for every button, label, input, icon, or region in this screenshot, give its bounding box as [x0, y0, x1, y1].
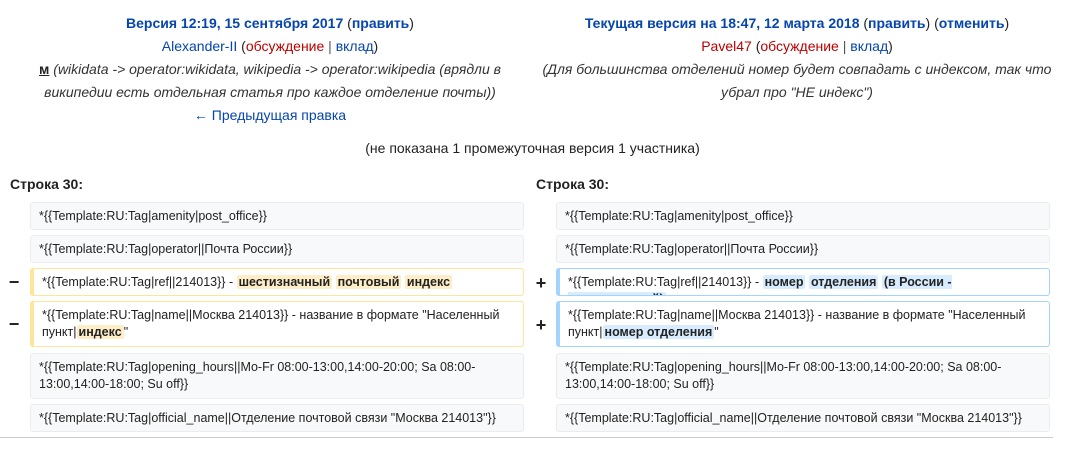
left-contribs-link[interactable]: вклад: [336, 38, 374, 54]
right-line-number: Строка 30:: [536, 176, 609, 192]
deleted-word: индекс: [76, 325, 124, 339]
minus-marker: −: [8, 314, 20, 334]
context-line-official-right: *{{Template:RU:Tag|official_name||Отделе…: [556, 404, 1050, 432]
context-line-operator-left: *{{Template:RU:Tag|operator||Почта Росси…: [30, 235, 524, 263]
paren: (: [343, 15, 352, 31]
previous-edit-link[interactable]: ← Предыдущая правка: [194, 107, 346, 123]
left-line-number: Строка 30:: [10, 176, 83, 192]
separator: |: [838, 38, 851, 54]
context-line-official-left: *{{Template:RU:Tag|official_name||Отделе…: [30, 404, 524, 432]
right-revision-header: Текущая версия на 18:47, 12 марта 2018 (…: [537, 12, 1057, 104]
paren: ): [888, 38, 893, 54]
added-word: номер отделения: [602, 325, 715, 339]
right-talk-link[interactable]: обсуждение: [760, 38, 838, 54]
deleted-line-name: *{{Template:RU:Tag|name||Москва 214013}}…: [30, 301, 524, 347]
left-revision-title-link[interactable]: Версия 12:19, 15 сентября 2017: [126, 15, 343, 31]
left-summary: м (wikidata -> operator:wikidata, wikipe…: [20, 58, 520, 104]
added-word: номер: [762, 275, 806, 289]
context-line-opening-left: *{{Template:RU:Tag|opening_hours||Mo-Fr …: [30, 353, 524, 399]
left-talk-link[interactable]: обсуждение: [246, 38, 324, 54]
paren: ): [409, 15, 414, 31]
right-revision-title-link[interactable]: Текущая версия на 18:47, 12 марта 2018: [585, 15, 860, 31]
minor-edit-mark: м: [39, 61, 50, 77]
deleted-line-ref: *{{Template:RU:Tag|ref||214013}} - шести…: [30, 268, 524, 296]
intermediate-revisions-notice: (не показана 1 промежуточная версия 1 уч…: [365, 140, 700, 156]
left-title-line: Версия 12:19, 15 сентября 2017 (править): [20, 12, 520, 35]
deleted-word: почтовый: [335, 275, 402, 289]
right-user-link[interactable]: Pavel47: [701, 38, 752, 54]
added-line-ref: *{{Template:RU:Tag|ref||214013}} - номер…: [556, 268, 1050, 296]
undo-link[interactable]: отменить: [939, 15, 1005, 31]
right-title-line: Текущая версия на 18:47, 12 марта 2018 (…: [537, 12, 1057, 35]
right-contribs-link[interactable]: вклад: [850, 38, 888, 54]
deleted-word: индекс: [404, 275, 453, 289]
paren: ): [1004, 15, 1010, 31]
deleted-name-tail: ": [123, 325, 129, 339]
left-revision-header: Версия 12:19, 15 сентября 2017 (править)…: [20, 12, 520, 127]
diff-bottom-rule: [0, 437, 1053, 438]
added-name-tail: ": [714, 325, 719, 339]
separator: |: [324, 38, 336, 54]
left-edit-summary: (wikidata -> operator:wikidata, wikipedi…: [44, 61, 501, 100]
paren: (: [859, 15, 869, 31]
context-line-opening-right: *{{Template:RU:Tag|opening_hours||Mo-Fr …: [556, 353, 1050, 399]
plus-marker: +: [535, 273, 547, 293]
plus-marker: +: [535, 315, 547, 335]
left-user-link[interactable]: Alexander-II: [162, 38, 237, 54]
context-line-operator-right: *{{Template:RU:Tag|operator||Почта Росси…: [556, 235, 1050, 263]
left-user-line: Alexander-II (обсуждение | вклад): [20, 35, 520, 58]
right-edit-summary: (Для большинства отделений номер будет с…: [542, 61, 1052, 100]
added-word: отделения: [808, 275, 879, 289]
context-line-amenity-right: *{{Template:RU:Tag|amenity|post_office}}: [556, 202, 1050, 230]
added-ref-text: *{{Template:RU:Tag|ref||214013}} -: [568, 275, 763, 289]
paren: (: [930, 15, 939, 31]
right-edit-link[interactable]: править: [868, 15, 925, 31]
deleted-ref-text: *{{Template:RU:Tag|ref||214013}} -: [42, 275, 237, 289]
right-summary: (Для большинства отделений номер будет с…: [537, 58, 1057, 104]
right-user-line: Pavel47 (обсуждение | вклад): [537, 35, 1057, 58]
paren: ): [373, 38, 379, 54]
paren: (: [237, 38, 246, 54]
context-line-amenity-left: *{{Template:RU:Tag|amenity|post_office}}: [30, 202, 524, 230]
left-prev-line: ← Предыдущая правка: [20, 104, 520, 127]
minus-marker: −: [8, 272, 20, 292]
left-edit-link[interactable]: править: [352, 15, 409, 31]
added-line-name: *{{Template:RU:Tag|name||Москва 214013}}…: [556, 301, 1050, 347]
deleted-word: шестизначный: [236, 275, 333, 289]
